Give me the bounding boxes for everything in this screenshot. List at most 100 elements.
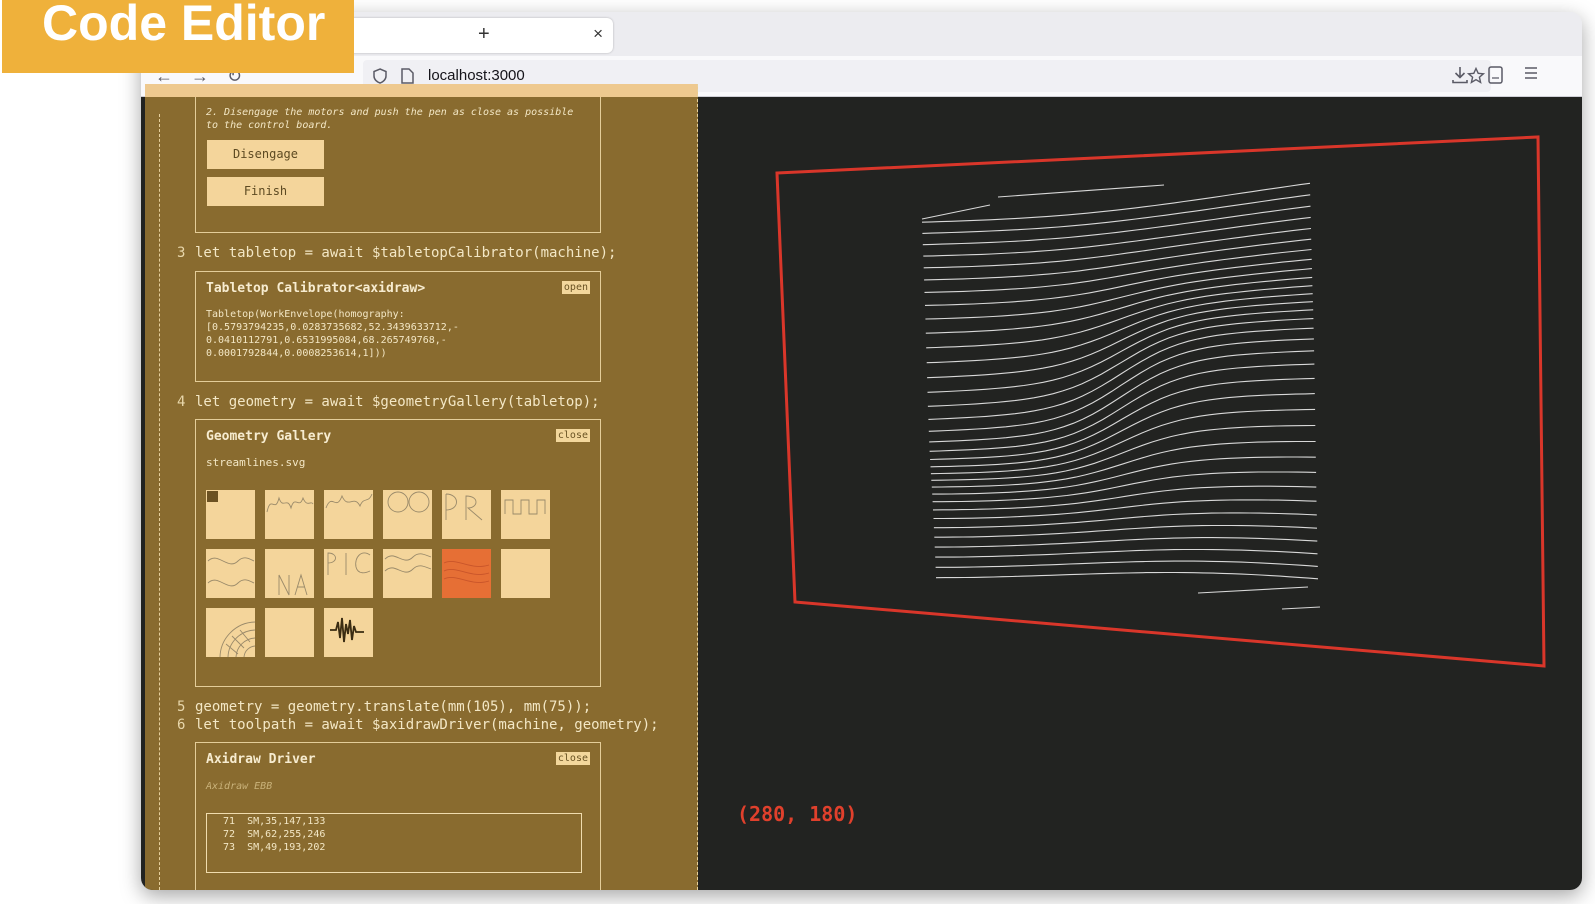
code-text: let tabletop = await $tabletopCalibrator…	[195, 245, 617, 261]
driver-subtitle: Axidraw EBB	[206, 781, 273, 792]
download-icon[interactable]	[1452, 66, 1468, 84]
gallery-thumbnail[interactable]	[383, 549, 432, 598]
url-text[interactable]: localhost:3000	[428, 67, 525, 84]
arc-grid-icon	[219, 621, 255, 657]
gallery-thumbnail[interactable]	[324, 549, 373, 598]
code-line-5[interactable]: 5 geometry = geometry.translate(mm(105), …	[177, 699, 591, 715]
gallery-thumbnail[interactable]	[265, 549, 314, 598]
handwriting-icon	[445, 493, 483, 521]
cell-title: Axidraw Driver	[206, 752, 316, 767]
gallery-thumbnail[interactable]	[442, 490, 491, 539]
code-text: geometry = geometry.translate(mm(105), m…	[195, 699, 592, 715]
handwriting-icon	[266, 496, 314, 513]
page-content: 2. Disengage the motors and push the pen…	[141, 84, 1582, 890]
menu-icon[interactable]	[1524, 66, 1538, 80]
streamline-path	[932, 471, 1317, 503]
axidraw-driver-cell: Axidraw Driver close Axidraw EBB 71 SM,3…	[195, 742, 601, 890]
code-line-6[interactable]: 6 let toolpath = await $axidrawDriver(mac…	[177, 717, 659, 733]
waveform-icon	[330, 617, 364, 643]
code-text: let geometry = await $geometryGallery(ta…	[195, 394, 600, 410]
command-text: SM,49,193,202	[247, 842, 326, 853]
handwriting-icon	[325, 493, 373, 509]
streamline-path	[923, 227, 1312, 269]
command-number: 71	[223, 816, 236, 827]
line-number: 6	[177, 717, 186, 733]
streamline-path	[924, 248, 1312, 293]
streamlines-icon	[443, 561, 490, 583]
line-number: 3	[177, 245, 186, 261]
close-tab-icon[interactable]: ×	[593, 24, 603, 44]
gallery-thumbnail[interactable]	[501, 549, 550, 598]
gallery-thumbnail[interactable]	[265, 490, 314, 539]
streamline-path	[923, 216, 1311, 257]
command-log[interactable]: 71 SM,35,147,133 72 SM,62,255,246 73 SM,…	[206, 813, 582, 873]
gallery-thumbnail[interactable]	[501, 490, 550, 539]
gallery-thumbnail[interactable]	[265, 608, 314, 657]
close-toggle-button[interactable]: close	[555, 752, 590, 765]
editor-top-band	[145, 84, 698, 97]
new-tab-button[interactable]: +	[478, 23, 490, 46]
step-instruction: 2. Disengage the motors and push the pen…	[206, 107, 574, 131]
streamline-path	[928, 338, 1314, 432]
tab-bar: × +	[141, 12, 1582, 56]
plot-preview-canvas[interactable]	[698, 97, 1582, 890]
gallery-thumbnail[interactable]	[324, 490, 373, 539]
streamline-path	[930, 377, 1315, 461]
code-line-3[interactable]: 3 let tabletop = await $tabletopCalibrato…	[177, 245, 616, 261]
cell-title: Tabletop Calibrator<axidraw>	[206, 281, 426, 296]
command-line: 71 SM,35,147,133	[223, 816, 325, 827]
gallery-thumbnail[interactable]	[206, 608, 255, 657]
gallery-thumbnail-selected[interactable]	[442, 549, 491, 598]
waves-icon	[384, 553, 432, 573]
banner-label: Code Editor	[42, 0, 326, 51]
streamline-path	[935, 548, 1318, 558]
open-toggle-button[interactable]: open	[561, 281, 590, 294]
streamline-path	[934, 537, 1318, 548]
disengage-button[interactable]: Disengage	[207, 140, 324, 169]
gallery-thumbnail[interactable]	[206, 549, 255, 598]
streamline-path	[932, 485, 1317, 511]
browser-window: × + ← → ↻ localhost:3000 2. Disengage th…	[141, 12, 1582, 890]
bookmark-star-icon[interactable]	[1467, 67, 1485, 85]
command-number: 72	[223, 829, 236, 840]
shield-icon	[373, 68, 387, 84]
browser-tab[interactable]: ×	[331, 18, 613, 53]
streamlines-drawing	[921, 182, 1321, 610]
code-editor-banner: Code Editor	[2, 0, 354, 73]
cell-title: Geometry Gallery	[206, 429, 332, 444]
command-text: SM,62,255,246	[247, 829, 326, 840]
streamline-path	[930, 393, 1315, 468]
square-wave-icon	[504, 499, 546, 515]
gallery-thumbnail[interactable]	[324, 608, 373, 657]
line-number: 4	[177, 394, 186, 410]
gutter-divider	[159, 114, 160, 890]
handwriting-icon	[278, 573, 308, 596]
tabletop-output: Tabletop(WorkEnvelope(homography: [0.579…	[206, 309, 459, 359]
streamline-path	[935, 560, 1318, 568]
calibration-step-cell: 2. Disengage the motors and push the pen…	[195, 97, 601, 233]
streamline-path	[935, 571, 1319, 580]
streamline-path	[921, 204, 991, 220]
geometry-gallery-cell: Geometry Gallery close streamlines.svg	[195, 419, 601, 687]
cursor-coordinates: (280, 180)	[737, 802, 858, 826]
gallery-thumbnail[interactable]	[206, 490, 255, 539]
finish-button[interactable]: Finish	[207, 177, 324, 206]
waves-icon	[207, 557, 255, 587]
gallery-thumbnail[interactable]	[383, 490, 432, 539]
reader-view-icon[interactable]	[1488, 66, 1503, 84]
square-shape-icon	[207, 491, 218, 502]
handwriting-icon	[327, 552, 371, 575]
code-text: let toolpath = await $axidrawDriver(mach…	[195, 717, 659, 733]
page-icon	[401, 68, 414, 84]
command-number: 73	[223, 842, 236, 853]
code-editor-panel: 2. Disengage the motors and push the pen…	[145, 84, 698, 890]
circles-icon	[387, 491, 430, 513]
streamline-path	[932, 456, 1316, 495]
command-line: 72 SM,62,255,246	[223, 829, 325, 840]
code-line-4[interactable]: 4 let geometry = await $geometryGallery(t…	[177, 394, 600, 410]
command-line: 73 SM,49,193,202	[223, 842, 325, 853]
streamline-path	[929, 363, 1315, 452]
streamline-path	[997, 184, 1165, 198]
selected-filename: streamlines.svg	[206, 456, 306, 469]
close-toggle-button[interactable]: close	[555, 429, 590, 442]
